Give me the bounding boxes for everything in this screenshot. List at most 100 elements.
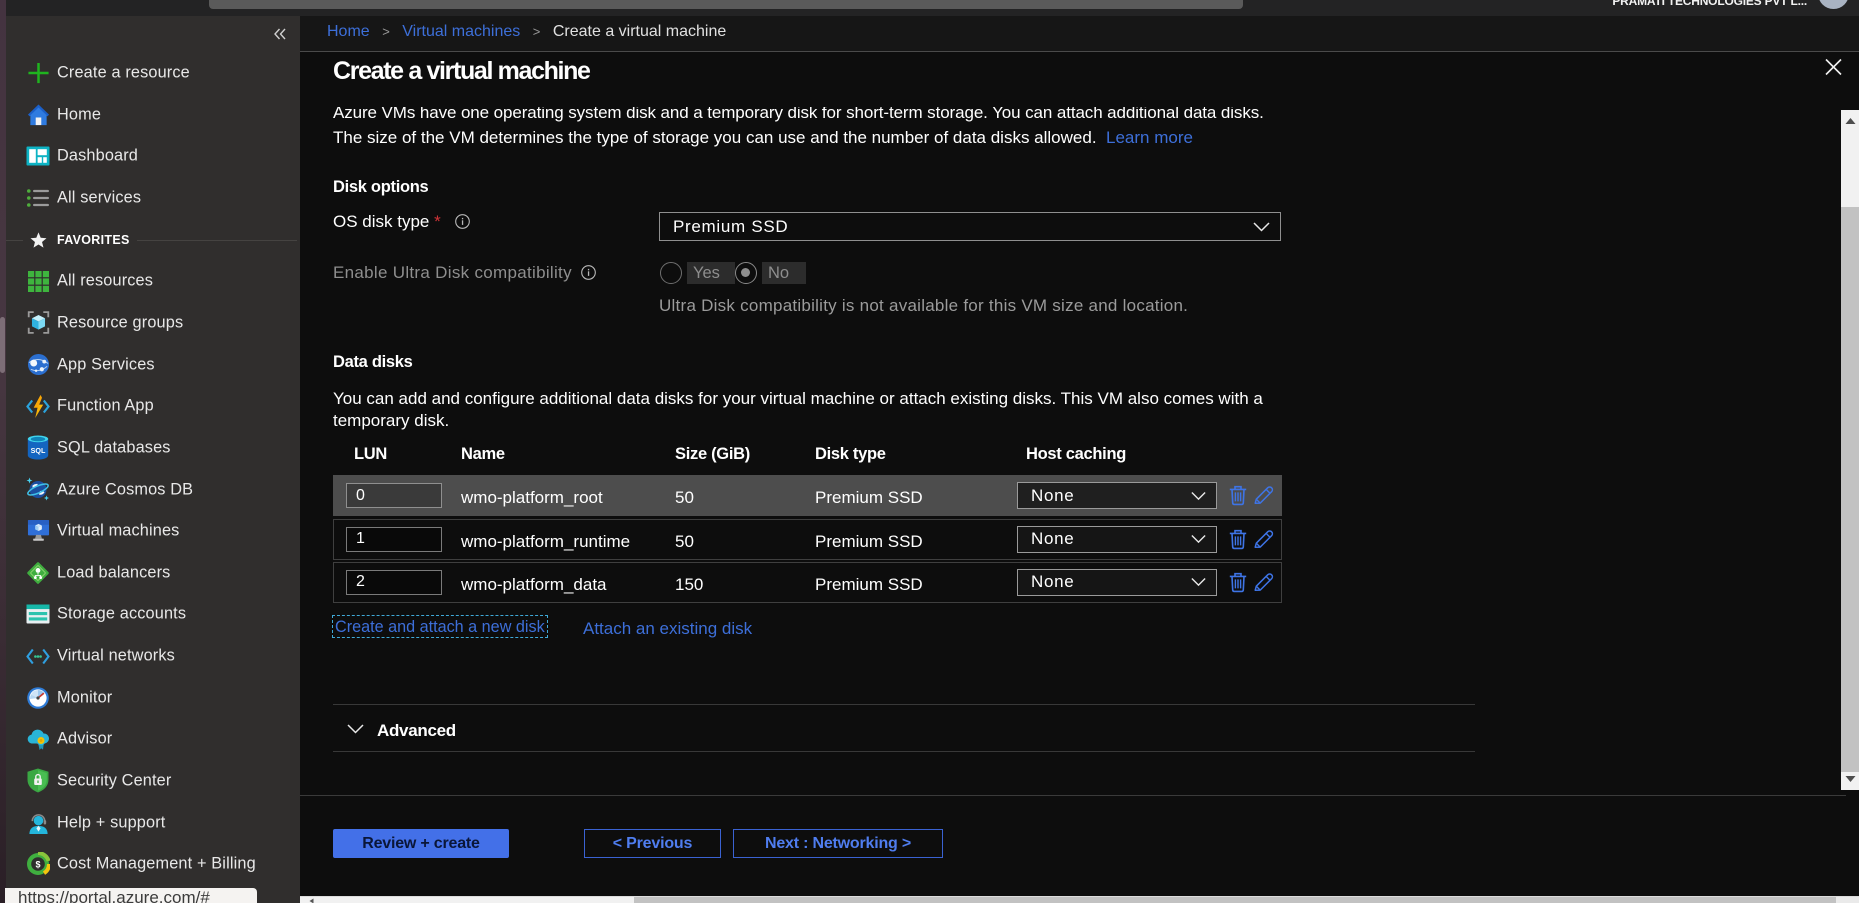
sidebar-item-resource-groups[interactable]: Resource groups (6, 302, 300, 344)
lun-input[interactable]: 2 (346, 570, 442, 595)
disk-name: wmo-platform_data (461, 575, 607, 595)
horizontal-scrollbar[interactable] (300, 896, 1859, 903)
sidebar-item-all-resources[interactable]: All resources (6, 260, 300, 302)
sidebar-item-all-services[interactable]: All services (6, 177, 300, 219)
learn-more-link[interactable]: Learn more (1106, 128, 1193, 147)
advanced-section-label[interactable]: Advanced (377, 721, 456, 741)
host-caching-select[interactable]: None (1017, 482, 1217, 509)
edge-scrollbar-thumb[interactable] (0, 317, 5, 373)
sidebar-item-advisor[interactable]: Advisor (6, 718, 300, 760)
sidebar-item-dashboard[interactable]: Dashboard (6, 135, 300, 177)
scroll-left-icon[interactable] (309, 898, 314, 903)
vertical-scrollbar-thumb[interactable] (1841, 207, 1859, 772)
col-header-disk-type: Disk type (815, 445, 886, 464)
svg-text:$: $ (35, 859, 40, 869)
load-balancers-icon (26, 561, 50, 585)
disk-type: Premium SSD (815, 575, 923, 595)
attach-existing-disk-link[interactable]: Attach an existing disk (583, 619, 752, 639)
edit-disk-button[interactable] (1253, 528, 1275, 550)
sidebar-item-azure-cosmos-db[interactable]: Azure Cosmos DB (6, 469, 300, 511)
breadcrumb-home[interactable]: Home (327, 23, 370, 40)
sidebar-item-virtual-networks[interactable]: Virtual networks (6, 635, 300, 677)
disk-name: wmo-platform_root (461, 488, 603, 508)
disk-type: Premium SSD (815, 488, 923, 508)
sidebar-item-virtual-machines[interactable]: Virtual machines (6, 510, 300, 552)
edit-disk-button[interactable] (1253, 484, 1275, 506)
ultra-disk-note: Ultra Disk compatibility is not availabl… (659, 296, 1188, 316)
host-caching-select[interactable]: None (1017, 569, 1217, 596)
os-disk-type-select[interactable]: Premium SSD (659, 212, 1281, 241)
scroll-down-icon[interactable] (1845, 775, 1856, 783)
vertical-scrollbar[interactable] (1841, 110, 1859, 790)
sidebar-item-cost-management[interactable]: $ Cost Management + Billing (6, 843, 300, 885)
pencil-icon (1253, 528, 1274, 549)
security-center-icon (26, 769, 50, 793)
trash-icon (1229, 529, 1247, 550)
ultra-disk-radio-no[interactable]: No (735, 262, 835, 284)
sidebar-item-sql-databases[interactable]: SQL SQL databases (6, 427, 300, 469)
disk-size: 50 (675, 532, 694, 552)
sidebar-item-app-services[interactable]: App Services (6, 344, 300, 386)
horizontal-scrollbar-thumb[interactable] (634, 897, 1836, 903)
avatar[interactable] (1818, 0, 1849, 9)
breadcrumb-bar: Home>Virtual machines>Create a virtual m… (300, 16, 1859, 52)
col-header-size: Size (GiB) (675, 445, 750, 464)
disk-type: Premium SSD (815, 532, 923, 552)
edit-disk-button[interactable] (1253, 571, 1275, 593)
sidebar-item-create-a-resource[interactable]: Create a resource (6, 52, 300, 94)
os-disk-type-label: OS disk type * (333, 212, 441, 232)
intro-line2: The size of the VM determines the type o… (333, 128, 1193, 148)
favorites-divider-left (6, 240, 23, 241)
cost-management-icon: $ (26, 852, 50, 876)
double-chevron-left-icon (272, 27, 288, 41)
sidebar-favorites-header: FAVORITES (6, 219, 300, 261)
scroll-up-icon[interactable] (1845, 117, 1856, 125)
sidebar: Create a resource Home Dashboard All ser… (6, 16, 300, 903)
lun-input[interactable]: 0 (346, 483, 442, 508)
scrollbar-corner (1836, 897, 1859, 903)
svg-text:SQL: SQL (31, 446, 46, 455)
favorites-divider-right (137, 240, 297, 241)
lun-input[interactable]: 1 (346, 527, 442, 552)
ultra-disk-label: Enable Ultra Disk compatibility (333, 263, 572, 283)
sidebar-item-function-app[interactable]: Function App (6, 385, 300, 427)
blade-scroll-viewport: Azure VMs have one operating system disk… (300, 107, 1841, 790)
os-disk-info-icon[interactable] (455, 214, 470, 229)
help-support-icon (26, 811, 50, 835)
page-title: Create a virtual machine (333, 57, 590, 86)
sidebar-collapse-button[interactable] (272, 27, 294, 45)
delete-disk-button[interactable] (1229, 485, 1251, 507)
review-create-button[interactable]: Review + create (333, 829, 509, 858)
pencil-icon (1253, 484, 1274, 505)
virtual-machines-icon (26, 519, 50, 543)
home-icon (26, 103, 50, 127)
sidebar-item-security-center[interactable]: Security Center (6, 760, 300, 802)
next-networking-button[interactable]: Next : Networking > (733, 829, 943, 858)
app-services-icon (26, 353, 50, 377)
breadcrumb-virtual-machines[interactable]: Virtual machines (402, 23, 520, 40)
close-blade-button[interactable] (1825, 58, 1849, 82)
col-header-name: Name (461, 445, 505, 464)
global-search-input[interactable] (209, 0, 1243, 9)
sidebar-item-home[interactable]: Home (6, 94, 300, 136)
azure-portal: PRAMATI TECHNOLOGIES PVT L... Create a r… (0, 0, 1859, 903)
col-header-host-caching: Host caching (1026, 445, 1126, 464)
chevron-down-icon (1191, 578, 1206, 587)
sidebar-item-help-support[interactable]: Help + support (6, 802, 300, 844)
data-disk-row[interactable]: 2 wmo-platform_data 150 Premium SSD None (333, 562, 1282, 603)
sidebar-item-storage-accounts[interactable]: Storage accounts (6, 593, 300, 635)
previous-button[interactable]: < Previous (584, 829, 721, 858)
data-disk-row[interactable]: 1 wmo-platform_runtime 50 Premium SSD No… (333, 519, 1282, 560)
host-caching-select[interactable]: None (1017, 526, 1217, 553)
create-attach-disk-link-wrap: Create and attach a new disk (332, 615, 548, 638)
trash-icon (1229, 572, 1247, 593)
close-icon (1825, 58, 1842, 76)
sidebar-item-monitor[interactable]: Monitor (6, 677, 300, 719)
ultra-disk-info-icon[interactable] (581, 265, 596, 280)
data-disk-row[interactable]: 0 wmo-platform_root 50 Premium SSD None (333, 475, 1282, 516)
advanced-chevron-icon[interactable] (347, 724, 364, 734)
delete-disk-button[interactable] (1229, 529, 1251, 551)
create-attach-disk-link[interactable]: Create and attach a new disk (335, 618, 545, 636)
sidebar-item-load-balancers[interactable]: Load balancers (6, 552, 300, 594)
delete-disk-button[interactable] (1229, 572, 1251, 594)
